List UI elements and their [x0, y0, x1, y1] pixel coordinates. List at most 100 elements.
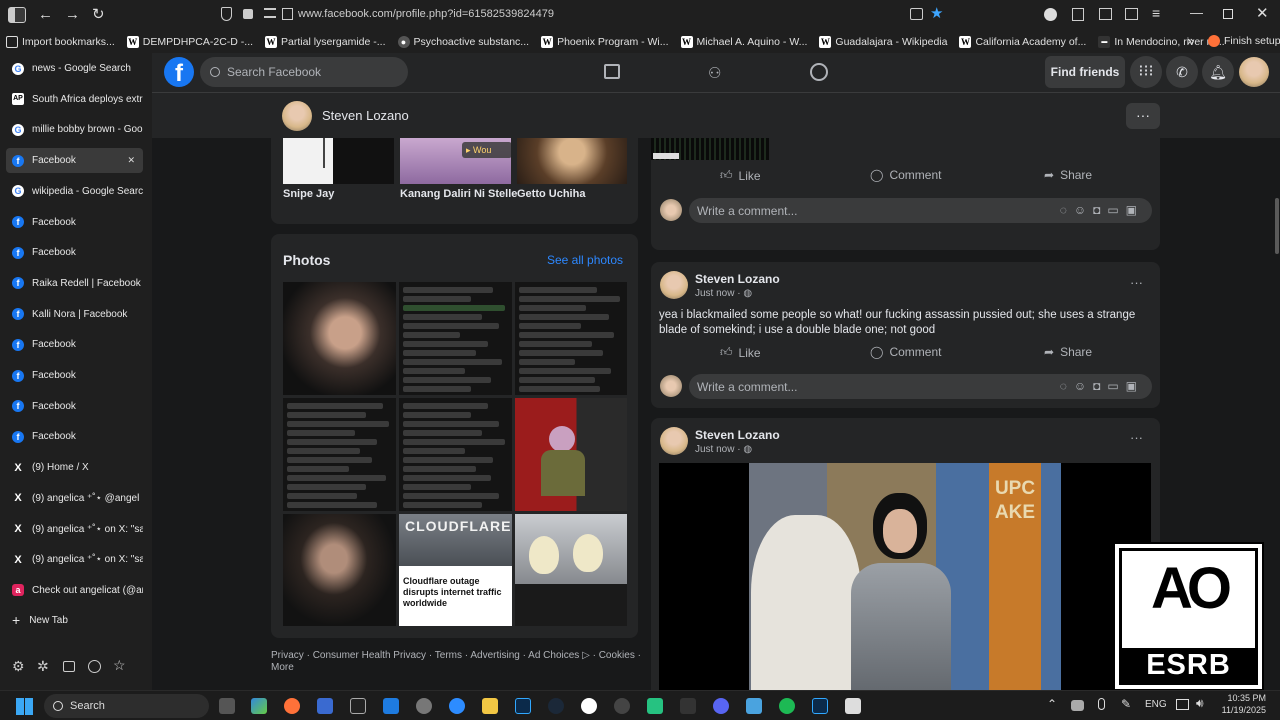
profile-avatar[interactable] [282, 101, 312, 131]
bookmarks-overflow-icon[interactable]: » [1187, 33, 1194, 48]
footer-link[interactable]: Cookies [599, 650, 635, 661]
photo-tile[interactable] [399, 282, 512, 395]
share-button[interactable]: ➦ Share [1044, 345, 1092, 359]
friend-photo[interactable] [283, 138, 394, 184]
bookmark-item[interactable]: W Partial lysergamide -... [259, 36, 391, 48]
footer-link[interactable]: Ad Choices [528, 650, 579, 661]
bookmark-star-icon[interactable]: ★ [930, 4, 943, 22]
new-tab-button[interactable]: + New Tab [12, 612, 68, 628]
permissions-icon[interactable] [264, 8, 276, 18]
find-friends-button[interactable]: Find friends [1045, 56, 1125, 88]
file-explorer-icon[interactable] [482, 698, 498, 714]
tab-item[interactable]: X (9) angelica ⁺˚⋆ @angel [6, 486, 143, 511]
footer-link[interactable]: Terms [435, 650, 462, 661]
tab-item[interactable]: f Facebook [6, 394, 143, 419]
friend-name[interactable]: Snipe Jay [283, 188, 334, 200]
app-icon[interactable] [845, 698, 861, 714]
footer-link[interactable]: Advertising [470, 650, 519, 661]
photo-tile[interactable] [515, 282, 627, 395]
volume-icon[interactable]: 🔊︎ [1196, 696, 1204, 711]
post-image[interactable] [651, 138, 769, 160]
close-icon[interactable]: ✕ [1256, 4, 1269, 22]
menu-grid-icon[interactable]: ⁝⁝⁝ [1130, 56, 1162, 88]
tray-icon[interactable] [1071, 700, 1084, 711]
audio-app-icon[interactable] [350, 698, 366, 714]
groups-icon[interactable] [810, 63, 828, 81]
firefox-icon[interactable] [284, 698, 300, 714]
reader-icon[interactable] [1125, 8, 1138, 20]
app-icon[interactable] [317, 698, 333, 714]
friend-photo[interactable]: ▸ Wou [400, 138, 511, 184]
tray-overflow-icon[interactable]: ⌃ [1047, 697, 1057, 711]
footer-link[interactable]: Consumer Health Privacy [313, 650, 426, 661]
clock[interactable]: 10:35 PM 11/19/2025 [1214, 692, 1266, 716]
bookmark-item[interactable]: Import bookmarks... [0, 36, 121, 48]
post-avatar[interactable] [660, 271, 688, 299]
app-icon[interactable] [581, 698, 597, 714]
tab-item[interactable]: f Raika Redell | Facebook [6, 271, 143, 296]
page-scrollbar[interactable] [1275, 198, 1279, 254]
see-all-photos-link[interactable]: See all photos [547, 253, 623, 267]
facebook-logo-icon[interactable]: f [164, 57, 194, 87]
menu-icon[interactable]: ≡ [1152, 5, 1160, 21]
friends-icon[interactable]: ⚇ [708, 64, 721, 82]
minimize-icon[interactable]: — [1190, 5, 1203, 20]
footer-link[interactable]: Privacy [271, 650, 304, 661]
tab-item[interactable]: f Facebook [6, 210, 143, 235]
task-view-icon[interactable] [219, 698, 235, 714]
tab-item[interactable]: a Check out angelicat (@ang [6, 578, 143, 603]
bookmark-item[interactable]: W DEMPDHPCA-2C-D -... [121, 36, 259, 48]
profile-name[interactable]: Steven Lozano [322, 108, 409, 123]
tab-item[interactable]: Gnews - Google Search [6, 56, 143, 81]
bookmark-item[interactable]: W California Academy of... [953, 36, 1092, 48]
restore-icon[interactable] [1223, 9, 1233, 19]
language-indicator[interactable]: ENG [1145, 699, 1167, 710]
bookmark-item[interactable]: ● Psychoactive substanc... [392, 36, 536, 48]
tab-item[interactable]: f Facebook [6, 424, 143, 449]
bookmarks-icon[interactable]: ☆ [113, 657, 126, 674]
comment-button[interactable]: ◯ Comment [870, 168, 941, 182]
pocket-icon[interactable] [1044, 8, 1057, 21]
post-time[interactable]: Just now · ◍ [695, 288, 752, 299]
post-avatar[interactable] [660, 427, 688, 455]
notifications-icon[interactable]: 🔔︎ [1202, 56, 1234, 88]
lock-icon[interactable] [243, 9, 253, 19]
tab-item[interactable]: Gmillie bobby brown - Goo [6, 117, 143, 142]
start-icon[interactable] [16, 698, 33, 715]
settings-app-icon[interactable] [416, 698, 432, 714]
photo-tile[interactable] [283, 514, 396, 626]
photoshop-icon[interactable] [812, 698, 828, 714]
url-bar[interactable]: www.facebook.com/profile.php?id=61582539… [298, 8, 554, 20]
post-options-button[interactable]: ··· [1130, 275, 1143, 290]
microphone-icon[interactable] [1098, 698, 1105, 710]
bookmark-item[interactable]: W Michael A. Aquino - W... [675, 36, 814, 48]
search-input[interactable]: Search Facebook [227, 65, 321, 79]
bookmark-item[interactable]: W Phoenix Program - Wi... [535, 36, 674, 48]
network-icon[interactable] [1176, 699, 1189, 710]
taskbar-search[interactable]: Search [44, 694, 209, 718]
bookmark-finish-setup[interactable]: Finish setup [1204, 35, 1280, 47]
tab-item[interactable]: Gwikipedia - Google Search [6, 179, 143, 204]
zoom-icon[interactable] [449, 698, 465, 714]
tab-close-icon[interactable]: ✕ [127, 155, 135, 166]
tab-item[interactable]: X (9) angelica ⁺˚⋆ on X: "sa [6, 547, 143, 572]
shield-icon[interactable] [221, 7, 232, 21]
photo-tile[interactable] [283, 398, 396, 511]
steam-icon[interactable] [548, 698, 564, 714]
footer-link[interactable]: More [271, 662, 294, 673]
comment-button[interactable]: ◯ Comment [870, 345, 941, 359]
friend-name[interactable]: Kanang Daliri Ni Stelle [400, 188, 517, 200]
tab-item[interactable]: X (9) angelica ⁺˚⋆ on X: "sa [6, 517, 143, 542]
photo-tile[interactable] [399, 398, 512, 511]
post-author[interactable]: Steven Lozano [695, 428, 780, 442]
app-icon[interactable] [614, 698, 630, 714]
like-button[interactable]: 👍︎ Like [720, 345, 761, 360]
profile-more-button[interactable]: ··· [1126, 103, 1160, 129]
photo-tile[interactable]: CLOUDFLARE Cloudflare outage disrupts in… [399, 514, 512, 626]
copilot-icon[interactable] [251, 698, 267, 714]
app-icon[interactable] [680, 698, 696, 714]
tab-item[interactable]: f Facebook [6, 332, 143, 357]
discord-icon[interactable] [713, 698, 729, 714]
share-button[interactable]: ➦ Share [1044, 168, 1092, 182]
tab-item[interactable]: f Facebook [6, 240, 143, 265]
